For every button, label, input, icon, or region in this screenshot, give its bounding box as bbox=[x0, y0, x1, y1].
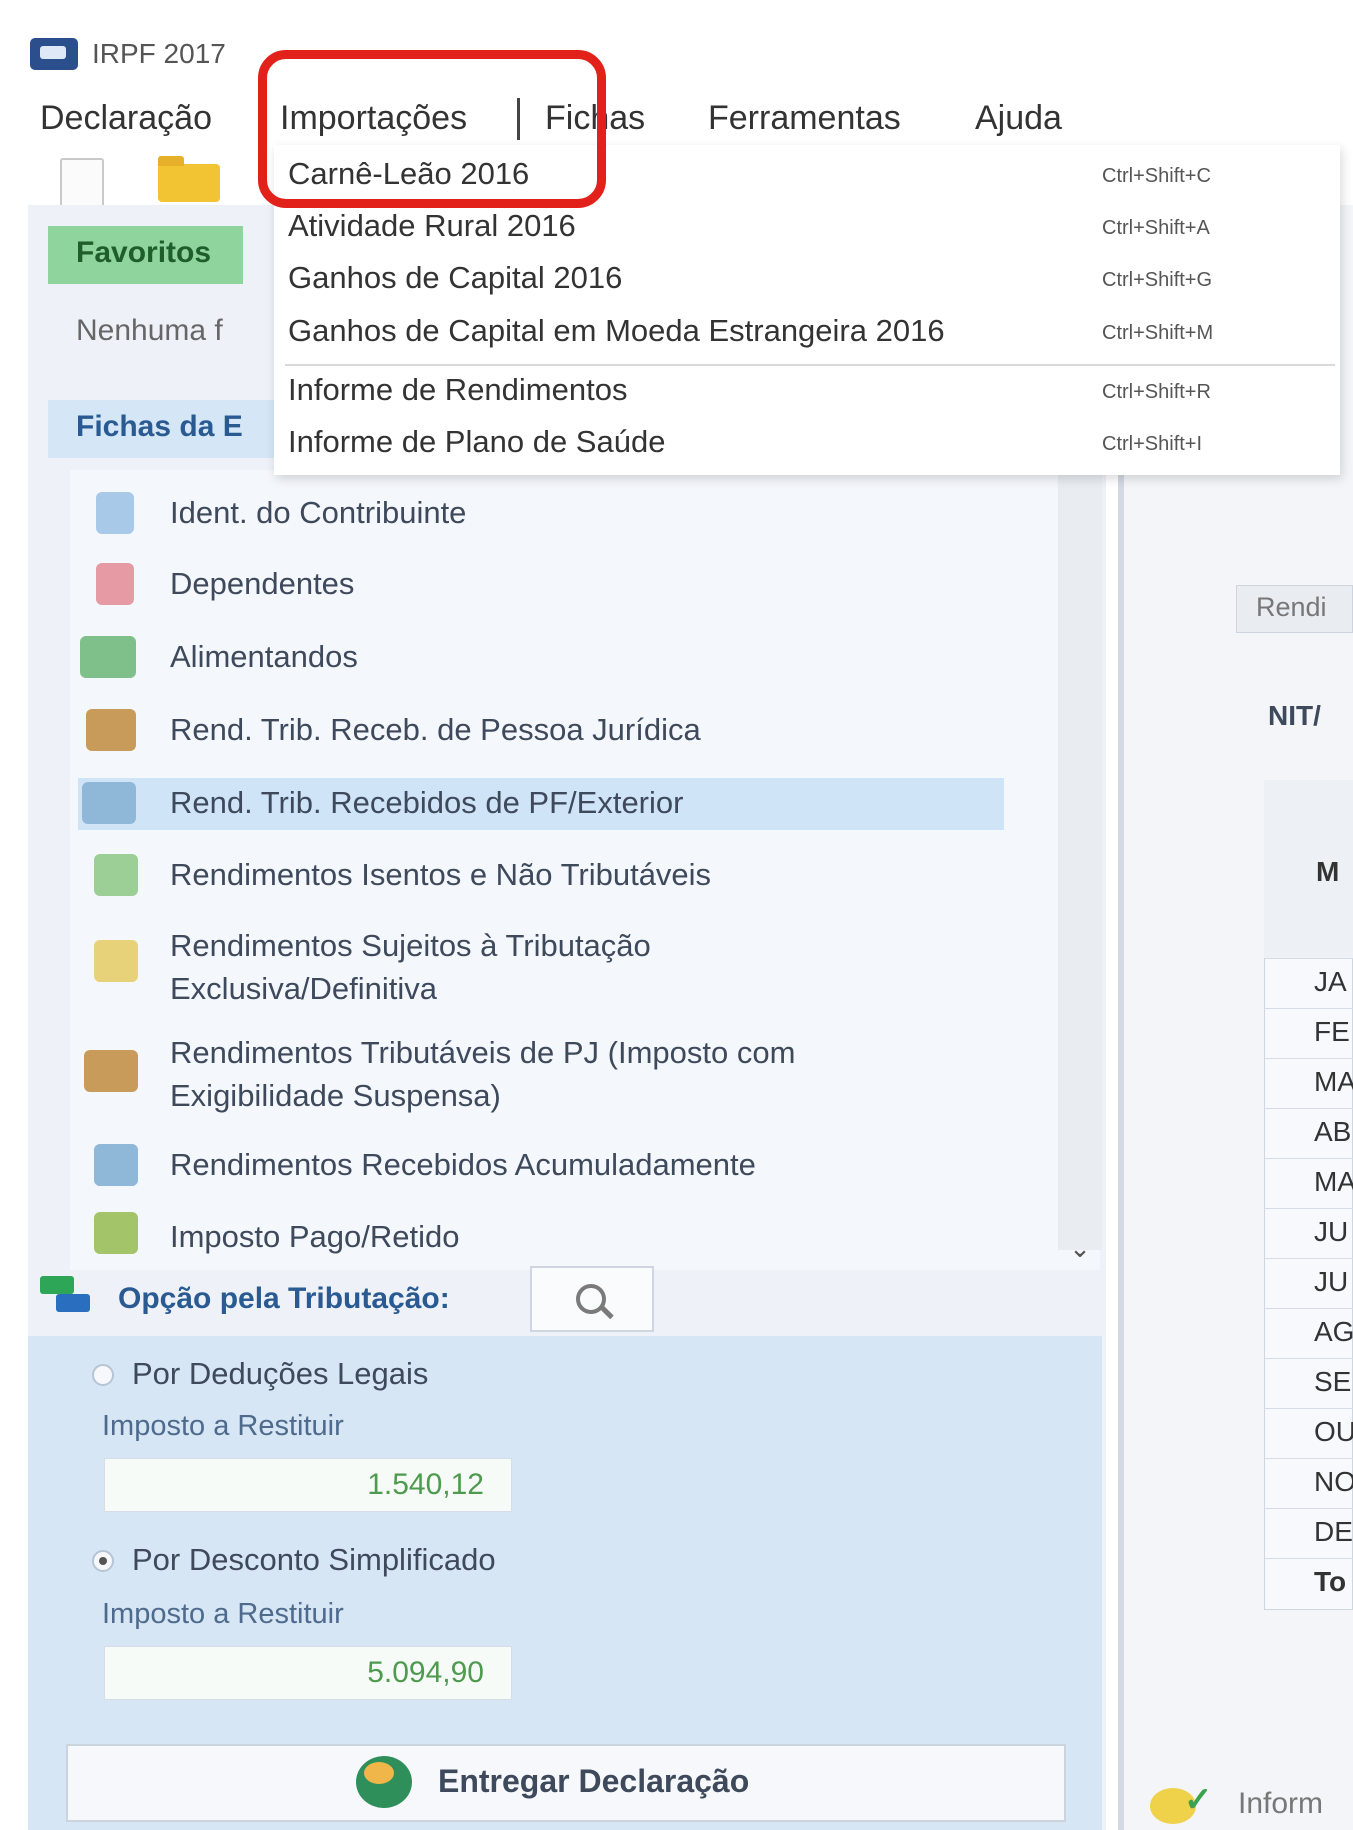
ficha-item-exclusiva-line2[interactable]: Exclusiva/Definitiva bbox=[170, 971, 437, 1007]
tax-paid-icon bbox=[94, 1212, 138, 1254]
scroll-down-icon[interactable]: ⌄ bbox=[1058, 1228, 1102, 1268]
ficha-item-pj-suspensa[interactable]: Rendimentos Tributáveis de PJ (Imposto c… bbox=[170, 1035, 795, 1071]
alimentandos-icon bbox=[80, 636, 136, 678]
new-document-icon[interactable] bbox=[60, 158, 104, 208]
ficha-item-rend-pj[interactable]: Rend. Trib. Receb. de Pessoa Jurídica bbox=[170, 712, 701, 748]
favoritos-label: Favoritos bbox=[76, 236, 212, 269]
imposto-restituir-label-2: Imposto a Restituir bbox=[102, 1598, 344, 1630]
table-row-label: FE bbox=[1314, 1016, 1350, 1047]
ficha-item-pj-suspensa-line2[interactable]: Exigibilidade Suspensa) bbox=[170, 1078, 501, 1114]
table-row-label: AG bbox=[1314, 1316, 1353, 1347]
menu-item-atividade-rural[interactable]: Atividade Rural 2016 bbox=[288, 208, 576, 244]
check-icon: ✓ bbox=[1184, 1781, 1213, 1819]
imposto-restituir-value-1: 1.540,12 bbox=[367, 1468, 484, 1501]
shortcut-ganhos-capital-moeda: Ctrl+Shift+M bbox=[1102, 322, 1214, 344]
window-title: IRPF 2017 bbox=[92, 38, 226, 69]
entregar-declaracao-label[interactable]: Entregar Declaração bbox=[438, 1763, 749, 1800]
ficha-item-exclusiva[interactable]: Rendimentos Sujeitos à Tributação bbox=[170, 928, 651, 964]
search-button[interactable] bbox=[530, 1266, 654, 1332]
company-income-icon bbox=[86, 709, 136, 751]
menu-item-informe-plano-saude[interactable]: Informe de Plano de Saúde bbox=[288, 424, 665, 460]
shortcut-informe-rendimentos: Ctrl+Shift+R bbox=[1102, 381, 1211, 403]
imposto-restituir-label-1: Imposto a Restituir bbox=[102, 1410, 344, 1442]
app-logo-icon bbox=[30, 38, 78, 70]
dropdown-separator bbox=[285, 364, 1335, 366]
menu-item-informe-rendimentos[interactable]: Informe de Rendimentos bbox=[288, 372, 627, 408]
menu-ajuda[interactable]: Ajuda bbox=[975, 96, 1062, 140]
table-row-label: SE bbox=[1314, 1366, 1352, 1397]
table-row-label: MA bbox=[1314, 1066, 1353, 1097]
shortcut-atividade-rural: Ctrl+Shift+A bbox=[1102, 217, 1210, 239]
radio-deducoes-legais[interactable] bbox=[92, 1364, 114, 1386]
ficha-item-imposto-pago[interactable]: Imposto Pago/Retido bbox=[170, 1219, 460, 1255]
ficha-item-acumuladamente[interactable]: Rendimentos Recebidos Acumuladamente bbox=[170, 1147, 756, 1183]
ficha-item-alimentandos[interactable]: Alimentandos bbox=[170, 639, 358, 675]
annotation-highlight-box bbox=[258, 50, 606, 208]
menu-item-ganhos-capital[interactable]: Ganhos de Capital 2016 bbox=[288, 260, 622, 296]
menu-declaracao[interactable]: Declaração bbox=[40, 96, 212, 140]
search-icon-handle bbox=[600, 1305, 614, 1320]
dependents-icon bbox=[96, 563, 134, 605]
option-deducoes-legais-label[interactable]: Por Deduções Legais bbox=[132, 1356, 428, 1392]
ficha-item-isentos[interactable]: Rendimentos Isentos e Não Tributáveis bbox=[170, 857, 711, 893]
radio-desconto-simplificado[interactable] bbox=[92, 1550, 114, 1572]
fichas-scrollbar[interactable] bbox=[1058, 470, 1102, 1250]
exempt-income-icon bbox=[94, 854, 138, 896]
person-icon bbox=[96, 492, 134, 534]
option-desconto-simplificado-label[interactable]: Por Desconto Simplificado bbox=[132, 1542, 496, 1578]
table-row-label: DE bbox=[1314, 1516, 1353, 1547]
table-row-label: NO bbox=[1314, 1466, 1353, 1497]
menu-item-ganhos-capital-moeda[interactable]: Ganhos de Capital em Moeda Estrangeira 2… bbox=[288, 313, 945, 349]
open-folder-icon[interactable] bbox=[158, 156, 220, 202]
suspended-tax-icon bbox=[84, 1050, 138, 1092]
nit-label: NIT/ bbox=[1268, 700, 1321, 731]
table-row-label: OU bbox=[1314, 1416, 1353, 1447]
panel-divider[interactable] bbox=[1118, 470, 1124, 1830]
table-row-label: MA bbox=[1314, 1166, 1353, 1197]
table-row-total-label: To bbox=[1314, 1566, 1347, 1597]
table-row-label: JU bbox=[1314, 1266, 1349, 1297]
ficha-item-rend-pf-exterior[interactable]: Rend. Trib. Recebidos de PF/Exterior bbox=[170, 785, 683, 821]
shortcut-informe-plano-saude: Ctrl+Shift+I bbox=[1102, 433, 1203, 455]
fichas-label: Fichas da E bbox=[76, 410, 243, 443]
shortcut-carne-leao: Ctrl+Shift+C bbox=[1102, 165, 1211, 187]
monthly-table-header-label: M bbox=[1316, 856, 1340, 887]
table-row-label: JU bbox=[1314, 1216, 1349, 1247]
accumulated-income-icon bbox=[94, 1144, 138, 1186]
informe-button-label[interactable]: Inform bbox=[1238, 1787, 1323, 1821]
exclusive-tax-icon bbox=[94, 940, 138, 982]
menu-ferramentas[interactable]: Ferramentas bbox=[708, 96, 901, 140]
person-income-icon bbox=[82, 782, 136, 824]
globe-send-icon bbox=[356, 1756, 412, 1808]
favoritos-empty-text: Nenhuma f bbox=[76, 314, 223, 347]
monthly-table-header bbox=[1264, 780, 1353, 958]
tab-rendimentos-label[interactable]: Rendi bbox=[1256, 592, 1327, 623]
imposto-restituir-value-2: 5.094,90 bbox=[367, 1656, 484, 1689]
ficha-item-ident-contribuinte[interactable]: Ident. do Contribuinte bbox=[170, 495, 466, 531]
tributacao-icon bbox=[40, 1276, 92, 1316]
table-row-label: AB bbox=[1314, 1116, 1352, 1147]
table-row-label: JA bbox=[1314, 966, 1347, 997]
shortcut-ganhos-capital: Ctrl+Shift+G bbox=[1102, 269, 1213, 291]
ficha-item-dependentes[interactable]: Dependentes bbox=[170, 566, 354, 602]
tributacao-label: Opção pela Tributação: bbox=[118, 1282, 450, 1315]
